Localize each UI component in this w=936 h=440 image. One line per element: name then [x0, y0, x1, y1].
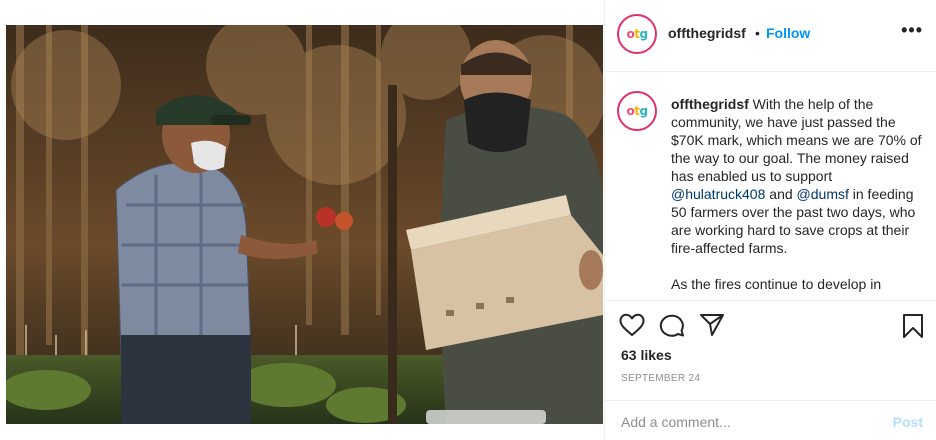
likes-count[interactable]: 63 likes	[621, 347, 672, 363]
caption-avatar[interactable]: otg	[617, 91, 657, 131]
photo-pane	[0, 0, 604, 440]
author-avatar[interactable]: otg	[617, 14, 657, 54]
avatar-logo: otg	[621, 18, 653, 50]
avatar-letter: g	[639, 27, 648, 41]
mention-link[interactable]: @dumsf	[797, 186, 849, 202]
heart-icon[interactable]	[619, 313, 645, 337]
caption-text: offthegridsf With the help of the commun…	[671, 95, 923, 293]
instagram-post: otg offthegridsf • Follow ••• otg offthe…	[0, 0, 936, 440]
header-separator: •	[755, 25, 760, 41]
avatar-letter: g	[639, 104, 648, 118]
post-header: otg offthegridsf • Follow •••	[605, 0, 936, 72]
comment-box: Post	[605, 400, 936, 440]
follow-button[interactable]: Follow	[766, 25, 810, 41]
comment-icon[interactable]	[659, 313, 685, 337]
caption-area: otg offthegridsf With the help of the co…	[605, 73, 936, 300]
author-username[interactable]: offthegridsf	[668, 25, 746, 41]
comment-input[interactable]	[621, 411, 881, 433]
caption-paragraph: offthegridsf With the help of the commun…	[671, 95, 923, 257]
avatar-letter: o	[626, 104, 635, 118]
post-actions: 63 likes SEPTEMBER 24	[605, 300, 936, 400]
avatar-logo: otg	[621, 95, 653, 127]
caption-paragraph: As the fires continue to develop in	[671, 276, 882, 292]
caption-body: and	[765, 186, 797, 202]
post-date[interactable]: SEPTEMBER 24	[621, 373, 700, 384]
post-photo[interactable]	[6, 25, 603, 424]
post-side-panel: otg offthegridsf • Follow ••• otg offthe…	[604, 0, 936, 440]
caption-username[interactable]: offthegridsf	[671, 96, 749, 112]
paper-plane-icon[interactable]	[699, 313, 725, 337]
post-comment-button[interactable]: Post	[893, 414, 923, 430]
more-icon[interactable]: •••	[901, 20, 923, 41]
avatar-letter: o	[626, 27, 635, 41]
mention-link[interactable]: @hulatruck408	[671, 186, 765, 202]
bookmark-icon[interactable]	[902, 313, 924, 339]
